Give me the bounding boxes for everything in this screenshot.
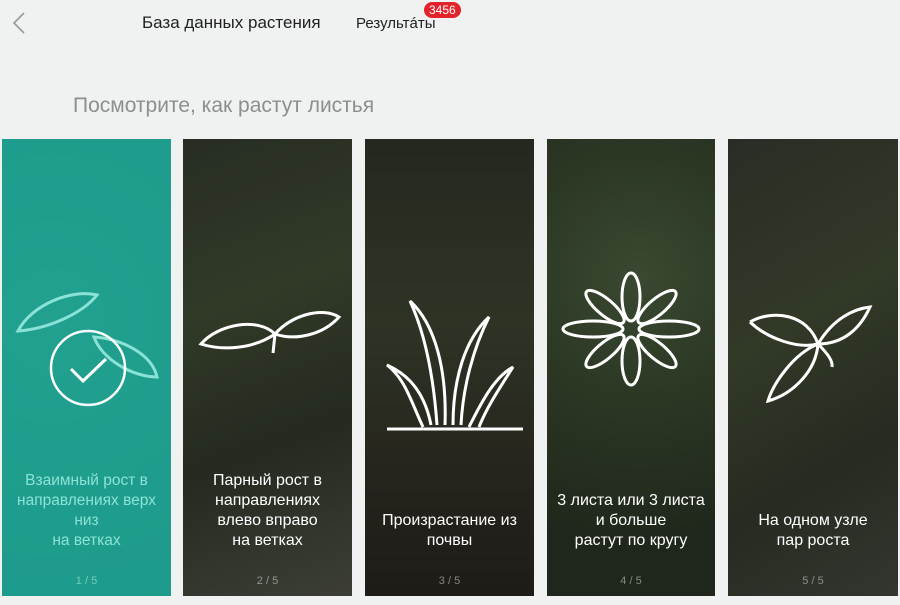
- node-growth-icon: [748, 305, 873, 404]
- card-counter: 2 / 5: [256, 575, 279, 587]
- back-button[interactable]: [8, 8, 30, 38]
- top-bar: База данных растения Результáты 3456: [0, 0, 900, 46]
- option-card-alternate[interactable]: Взаимный рост в направлениях верх низ на…: [2, 139, 171, 596]
- card-counter: 1 / 5: [75, 575, 98, 587]
- card-caption: 3 листа или 3 листа и больше растут по к…: [557, 492, 705, 549]
- tab-results[interactable]: Результáты: [356, 15, 436, 32]
- option-card-opposite[interactable]: Парный рост в направлениях влево вправо …: [183, 139, 352, 596]
- tab-plant-database[interactable]: База данных растения: [142, 13, 321, 33]
- card-caption: Произрастание из почвы: [382, 512, 517, 549]
- card-counter: 3 / 5: [438, 575, 461, 587]
- card-counter: 5 / 5: [802, 575, 824, 587]
- results-count-badge: 3456: [424, 2, 461, 18]
- option-card-node[interactable]: На одном узле пар роста 5 / 5: [728, 139, 898, 596]
- leaf-arrangement-options: Взаимный рост в направлениях верх низ на…: [0, 139, 900, 596]
- card-counter: 4 / 5: [620, 575, 642, 587]
- option-card-soil[interactable]: Произрастание из почвы 3 / 5: [365, 139, 534, 596]
- alternate-leaves-icon: [15, 292, 159, 407]
- whorled-leaves-icon: [561, 271, 701, 387]
- opposite-leaves-icon: [198, 311, 342, 354]
- grass-from-soil-icon: [386, 299, 523, 431]
- card-caption: На одном узле пар роста: [758, 512, 868, 549]
- option-card-whorled[interactable]: 3 листа или 3 листа и больше растут по к…: [547, 139, 715, 596]
- card-caption: Взаимный рост в направлениях верх низ на…: [17, 472, 156, 549]
- card-caption: Парный рост в направлениях влево вправо …: [212, 472, 323, 549]
- chevron-left-icon: [12, 12, 25, 34]
- page-heading: Посмотрите, как растут листья: [73, 94, 375, 117]
